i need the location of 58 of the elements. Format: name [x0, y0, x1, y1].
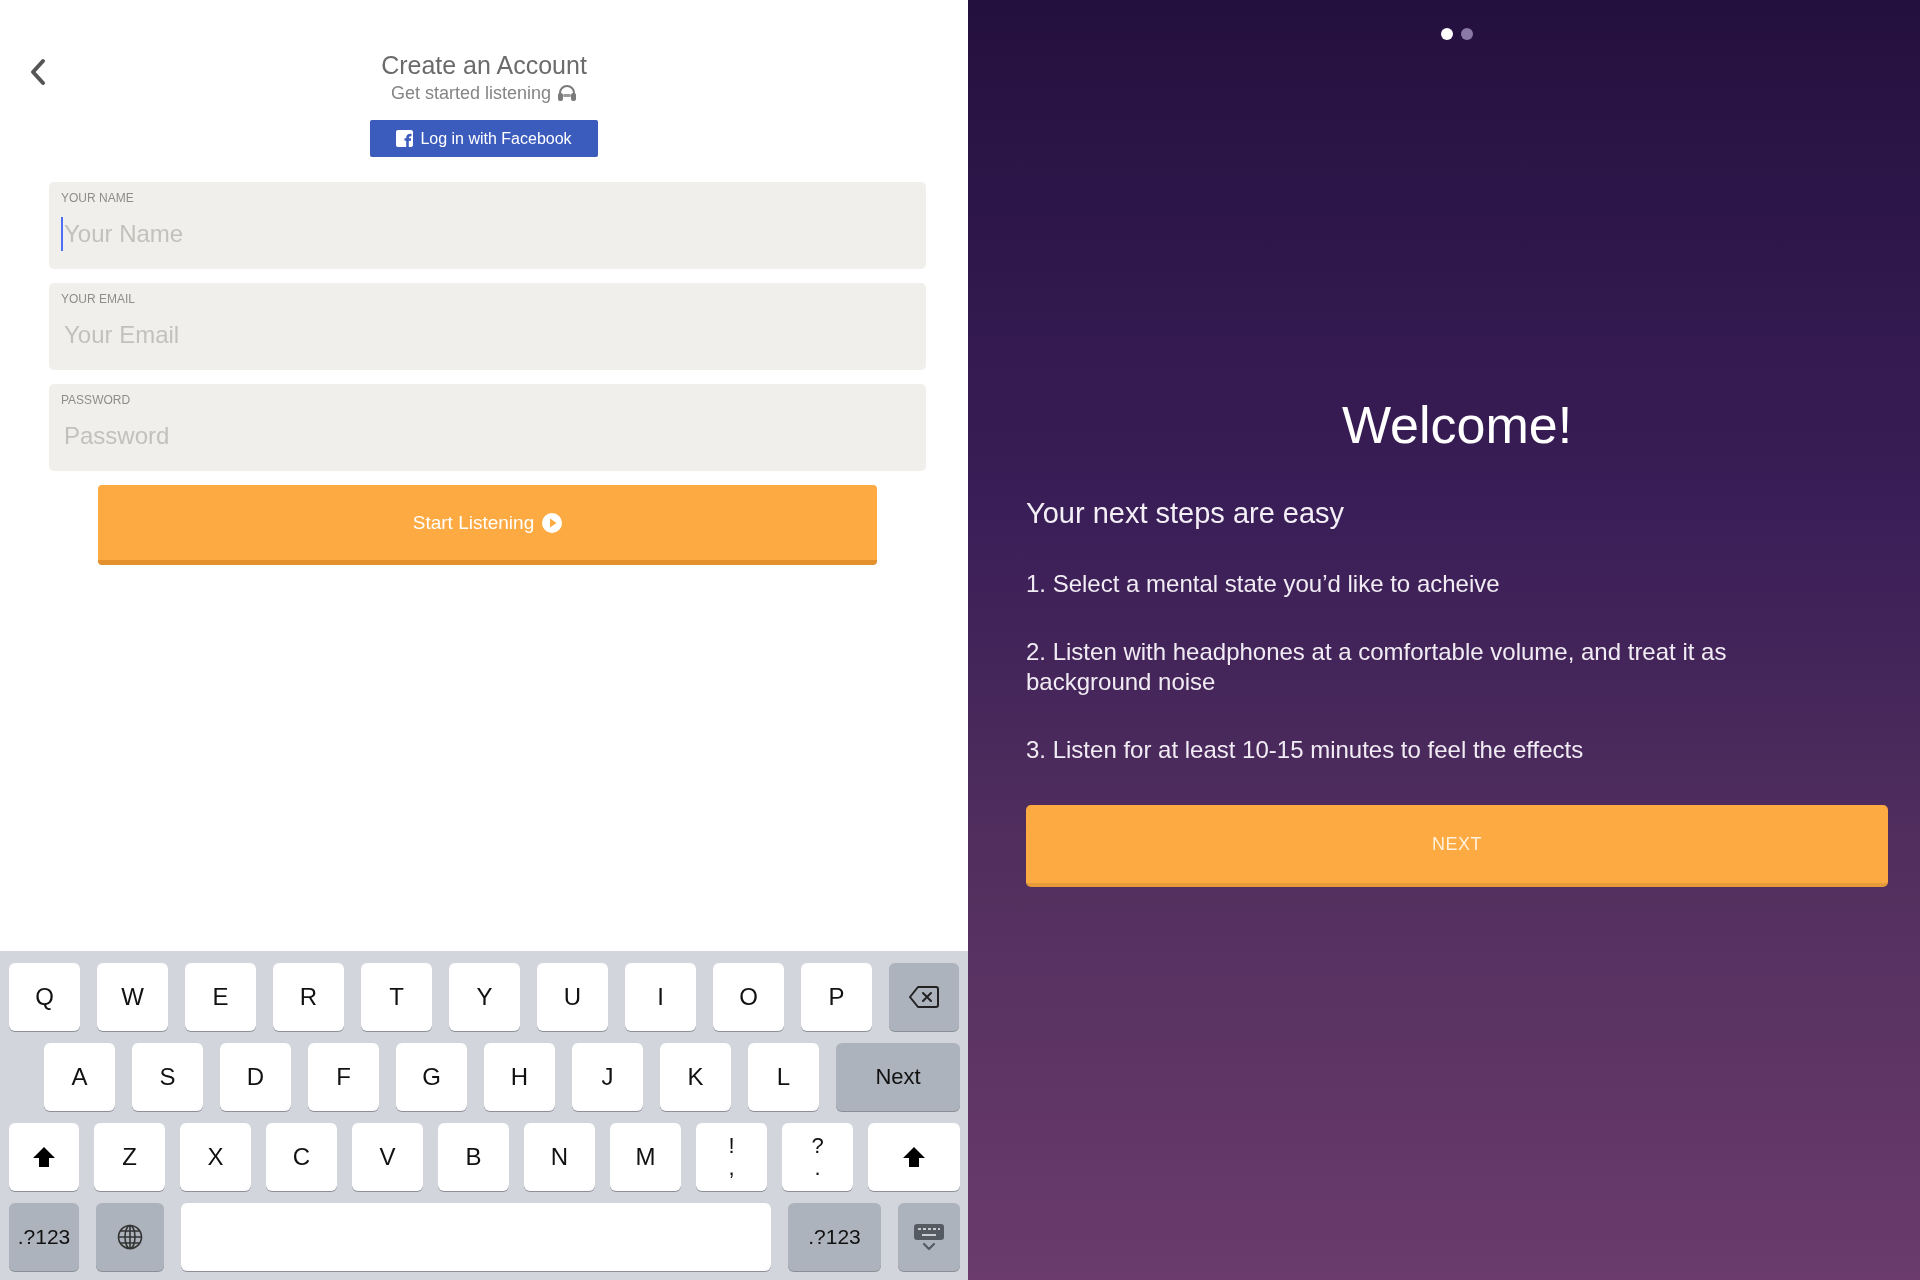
keyboard-key[interactable]: E [185, 963, 256, 1031]
keyboard-key[interactable]: O [713, 963, 784, 1031]
keyboard-key[interactable]: W [97, 963, 168, 1031]
facebook-logo-icon [396, 130, 414, 147]
back-icon[interactable] [30, 58, 46, 86]
shift-key[interactable] [868, 1123, 960, 1191]
keyboard-key[interactable]: F [308, 1043, 379, 1111]
welcome-title: Welcome! [1340, 395, 1574, 455]
welcome-subtitle: Your next steps are easy [1026, 496, 1346, 530]
globe-icon [117, 1224, 143, 1250]
step-text: 1. Select a mental state you’d like to acheive [1026, 569, 1501, 599]
keyboard-key[interactable]: Q [9, 963, 80, 1031]
backspace-icon [908, 985, 940, 1009]
keyboard-key[interactable]: I [625, 963, 696, 1031]
keyboard-key[interactable]: H [484, 1043, 555, 1111]
numbers-key[interactable]: .?123 [788, 1203, 881, 1271]
keyboard-key[interactable]: R [273, 963, 344, 1031]
page-dot-icon[interactable] [1461, 28, 1473, 40]
field-label: PASSWORD [61, 393, 131, 407]
page-dot-icon[interactable] [1441, 28, 1453, 40]
numbers-key[interactable]: .?123 [9, 1203, 79, 1271]
keyboard-key[interactable]: G [396, 1043, 467, 1111]
globe-key[interactable] [96, 1203, 164, 1271]
step-text: 3. Listen for at least 10-15 minutes to feel the effects [1026, 735, 1585, 765]
keyboard-key[interactable]: A [44, 1043, 115, 1111]
backspace-key[interactable] [889, 963, 959, 1031]
shift-key[interactable] [9, 1123, 79, 1191]
field-label: YOUR EMAIL [61, 292, 135, 306]
shift-icon [32, 1146, 56, 1168]
keyboard-key[interactable]: M [610, 1123, 681, 1191]
facebook-login-button[interactable]: Log in with Facebook [370, 120, 598, 157]
keyboard-key[interactable]: X [180, 1123, 251, 1191]
keyboard-key[interactable]: D [220, 1043, 291, 1111]
keyboard-key[interactable]: L [748, 1043, 819, 1111]
keyboard-key[interactable]: Y [449, 963, 520, 1031]
next-key[interactable]: Next [836, 1043, 960, 1111]
play-circle-icon [542, 512, 563, 533]
page-subtitle: Get started listening [390, 82, 552, 104]
hide-keyboard-key[interactable] [898, 1203, 960, 1271]
keyboard-key[interactable]: K [660, 1043, 731, 1111]
keyboard-key[interactable]: J [572, 1043, 643, 1111]
field-label: YOUR NAME [61, 191, 134, 205]
keyboard-key[interactable]: S [132, 1043, 203, 1111]
keyboard-key[interactable]: ? . [782, 1123, 853, 1191]
keyboard-key[interactable]: Z [94, 1123, 165, 1191]
keyboard-key[interactable]: P [801, 963, 872, 1031]
keyboard-key[interactable]: ! , [696, 1123, 767, 1191]
keyboard-key[interactable]: N [524, 1123, 595, 1191]
page-title: Create an Account [381, 50, 587, 80]
keyboard-key[interactable]: V [352, 1123, 423, 1191]
keyboard-key[interactable]: B [438, 1123, 509, 1191]
headphones-icon [557, 84, 578, 102]
keyboard-key[interactable]: T [361, 963, 432, 1031]
keyboard-key[interactable]: U [537, 963, 608, 1031]
keyboard-hide-icon [913, 1223, 945, 1251]
step-text: 2. Listen with headphones at a comfortable volume, and treat it as background noise [1026, 637, 1728, 697]
keyboard-key[interactable]: C [266, 1123, 337, 1191]
shift-icon [902, 1146, 926, 1168]
